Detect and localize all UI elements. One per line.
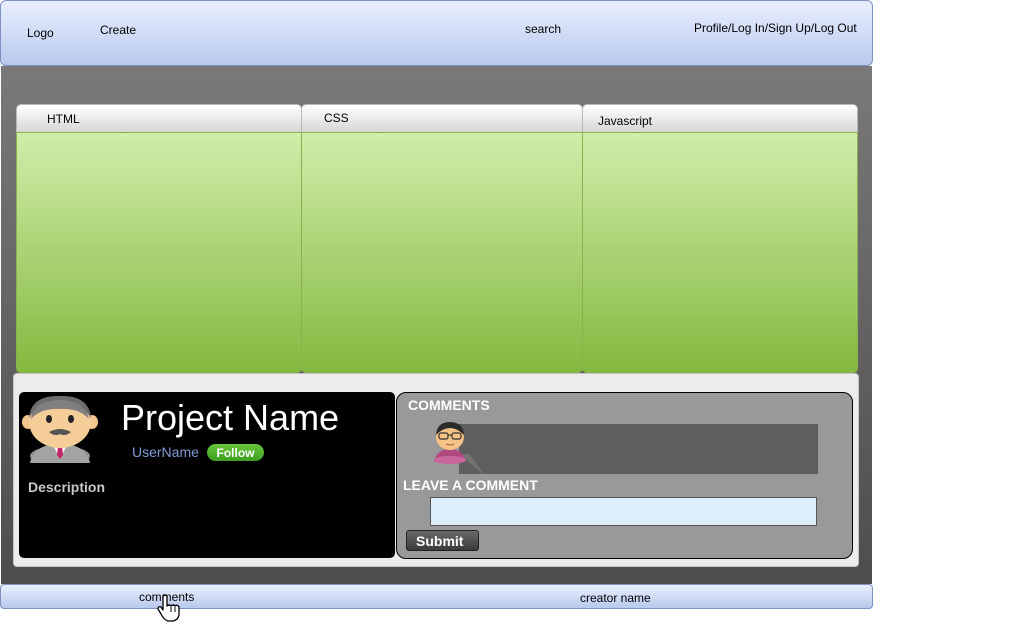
comment-item bbox=[459, 424, 818, 474]
submit-button[interactable]: Submit bbox=[406, 530, 479, 551]
account-links[interactable]: Profile/Log In/Sign Up/Log Out bbox=[694, 21, 857, 35]
leave-comment-title: LEAVE A COMMENT bbox=[403, 477, 538, 493]
tab-html[interactable]: HTML bbox=[16, 104, 302, 133]
hand-pointer-icon bbox=[157, 594, 180, 622]
description-label: Description bbox=[28, 479, 106, 495]
man-avatar-icon[interactable] bbox=[19, 393, 101, 463]
tab-css-label: CSS bbox=[324, 111, 349, 125]
search-link[interactable]: search bbox=[525, 22, 561, 36]
css-editor-pane[interactable] bbox=[301, 132, 583, 373]
logo[interactable]: Logo bbox=[27, 26, 54, 40]
create-link[interactable]: Create bbox=[100, 23, 136, 37]
tab-javascript[interactable]: Javascript bbox=[582, 104, 858, 133]
app-frame: Logo Create search Profile/Log In/Sign U… bbox=[0, 0, 873, 624]
tab-html-label: HTML bbox=[47, 112, 80, 126]
follow-button[interactable]: Follow bbox=[207, 444, 264, 461]
project-name: Project Name bbox=[121, 397, 340, 438]
tab-javascript-label: Javascript bbox=[598, 114, 653, 128]
comment-input[interactable] bbox=[430, 497, 817, 526]
tab-css[interactable]: CSS bbox=[301, 104, 583, 133]
javascript-editor-pane[interactable] bbox=[582, 132, 858, 373]
top-navigation-bar: Logo Create search Profile/Log In/Sign U… bbox=[0, 0, 873, 66]
creator-name-link[interactable]: creator name bbox=[580, 591, 651, 605]
comments-title: COMMENTS bbox=[408, 397, 490, 413]
username-link[interactable]: UserName bbox=[132, 444, 199, 460]
commenter-avatar-icon bbox=[434, 422, 483, 474]
footer-bar: comments creator name bbox=[0, 584, 873, 609]
html-editor-pane[interactable] bbox=[16, 132, 302, 373]
